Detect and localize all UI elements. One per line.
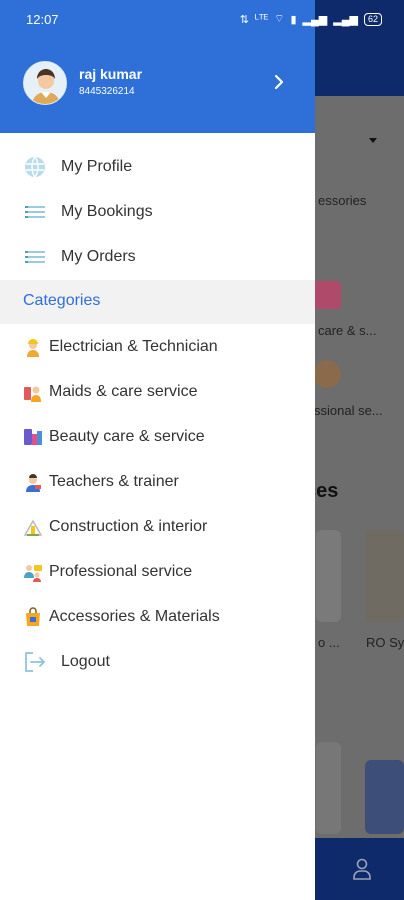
- teacher-icon: [23, 472, 43, 492]
- category-item-construction[interactable]: Construction & interior: [0, 505, 315, 549]
- menu-item-logout[interactable]: Logout: [0, 640, 315, 684]
- menu-item-label: My Orders: [61, 248, 136, 265]
- service-card: [365, 530, 404, 622]
- construction-icon: [23, 517, 43, 537]
- background-text: RO Sy: [366, 635, 404, 650]
- professional-icon: [23, 562, 43, 582]
- category-label: Teachers & trainer: [49, 473, 179, 490]
- battery-icon: 62: [363, 12, 382, 26]
- maid-icon: [23, 382, 43, 402]
- menu-item-my-orders[interactable]: My Orders: [0, 235, 315, 279]
- category-label: Maids & care service: [49, 383, 198, 400]
- user-icon: [353, 858, 371, 880]
- beauty-icon: [23, 427, 43, 447]
- menu-item-my-profile[interactable]: My Profile: [0, 145, 315, 189]
- professional-category-icon: [313, 360, 341, 388]
- category-item-accessories[interactable]: Accessories & Materials: [0, 595, 315, 639]
- background-text: care & s...: [318, 323, 377, 338]
- electrician-icon: [23, 337, 43, 357]
- background-text: ssional se...: [314, 403, 383, 418]
- background-text: o ...: [318, 635, 340, 650]
- data-speed-icon: ⇅: [239, 13, 249, 26]
- globe-icon: [23, 155, 47, 179]
- service-card: [316, 530, 341, 622]
- background-text: essories: [318, 193, 367, 208]
- menu-item-my-bookings[interactable]: My Bookings: [0, 190, 315, 234]
- volte-icon: ᴸᵀᴱ: [255, 13, 269, 25]
- signal-icon: ▂▄▆: [333, 13, 358, 26]
- service-card: [365, 760, 404, 834]
- category-label: Electrician & Technician: [49, 338, 218, 355]
- category-item-maids[interactable]: Maids & care service: [0, 370, 315, 414]
- navigation-drawer: raj kumar 8445326214 My Profile My Booki…: [0, 0, 315, 900]
- list-icon: [23, 200, 47, 224]
- category-item-beauty[interactable]: Beauty care & service: [0, 415, 315, 459]
- categories-title: Categories: [23, 292, 101, 309]
- dropdown-arrow-icon: [369, 138, 377, 143]
- beauty-category-icon: [313, 281, 341, 309]
- category-label: Professional service: [49, 563, 193, 580]
- category-label: Construction & interior: [49, 518, 208, 535]
- category-label: Beauty care & service: [49, 428, 205, 445]
- menu-item-label: My Bookings: [61, 203, 153, 220]
- menu-item-label: Logout: [61, 653, 110, 670]
- category-item-professional[interactable]: Professional service: [0, 550, 315, 594]
- category-label: Accessories & Materials: [49, 608, 220, 625]
- user-phone: 8445326214: [79, 86, 135, 97]
- status-icons: ⇅ ᴸᵀᴱ ⌔ ▮ ▂▄▆ ▂▄▆ 62: [240, 12, 382, 26]
- list-icon: [23, 245, 47, 269]
- category-item-teachers[interactable]: Teachers & trainer: [0, 460, 315, 504]
- accessories-icon: [23, 607, 43, 627]
- chevron-right-icon[interactable]: [270, 73, 288, 91]
- categories-header: Categories: [0, 280, 315, 324]
- signal-icon: ▂▄▆: [302, 13, 328, 26]
- menu-item-label: My Profile: [61, 158, 133, 175]
- category-item-electrician[interactable]: Electrician & Technician: [0, 325, 315, 369]
- sim-icon: ▮: [290, 13, 297, 26]
- wifi-icon: ⌔: [274, 13, 285, 25]
- service-card: [316, 742, 341, 834]
- status-time: 12:07: [26, 12, 59, 27]
- status-bar: 12:07 ⇅ ᴸᵀᴱ ⌔ ▮ ▂▄▆ ▂▄▆ 62: [0, 0, 404, 38]
- avatar-icon[interactable]: [23, 61, 67, 105]
- user-name: raj kumar: [79, 66, 143, 82]
- logout-icon: [23, 650, 47, 674]
